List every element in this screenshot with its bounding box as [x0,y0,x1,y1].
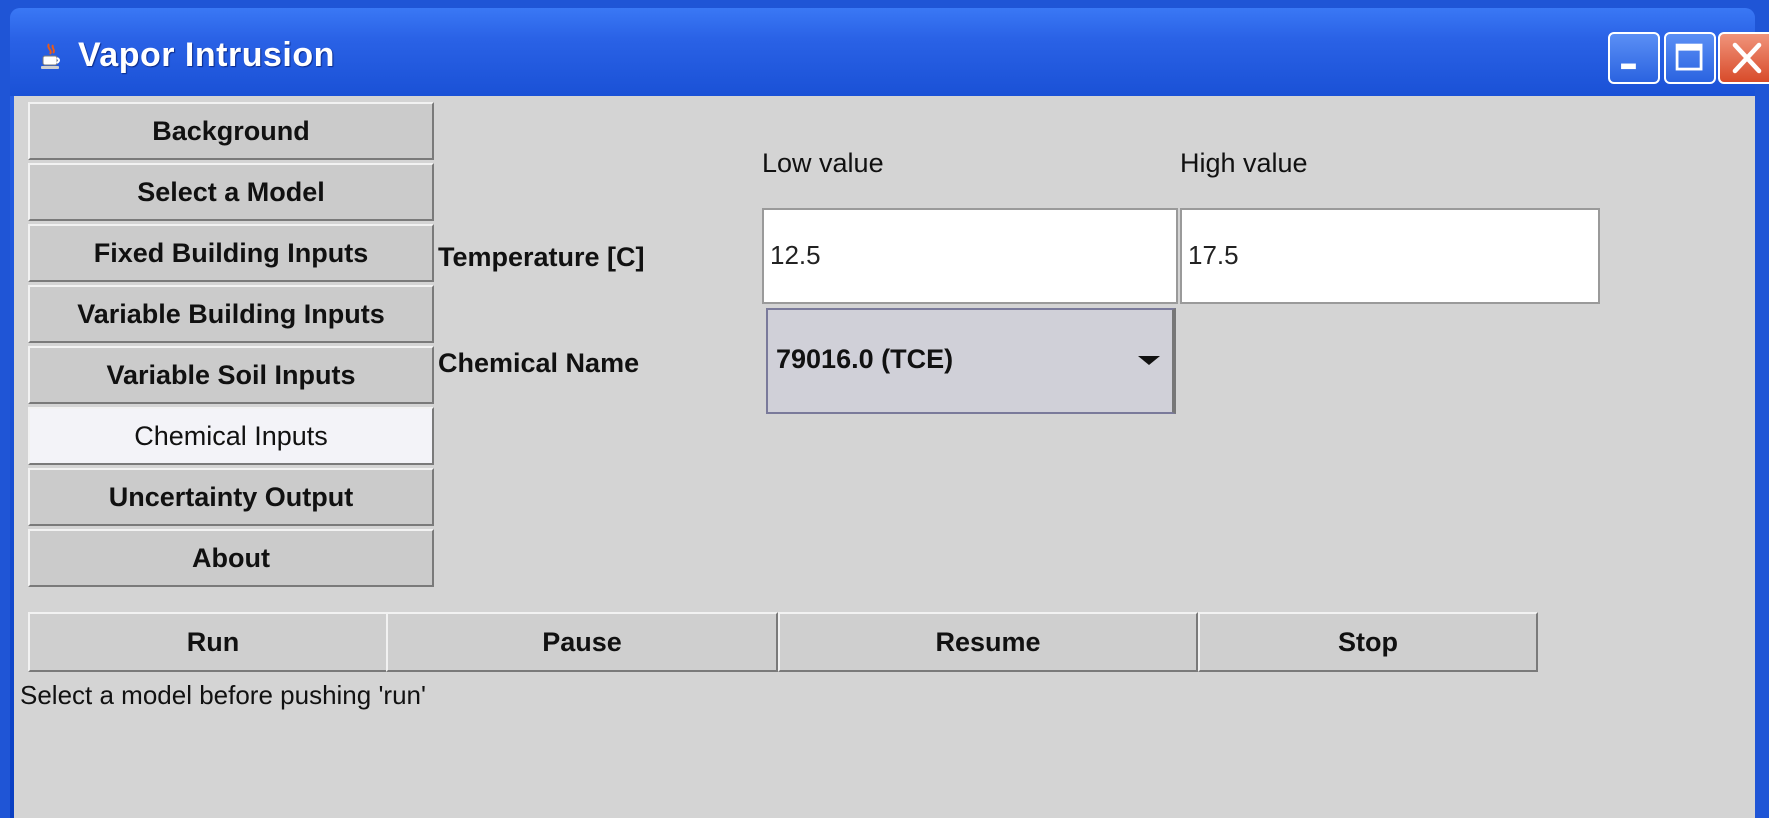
run-button[interactable]: Run [28,612,398,672]
sidebar-item-chemical-inputs[interactable]: Chemical Inputs [28,407,434,465]
sidebar-item-about[interactable]: About [28,529,434,587]
resume-button[interactable]: Resume [778,612,1198,672]
temperature-low-input[interactable]: 12.5 [762,208,1178,304]
sidebar-item-variable-building-inputs[interactable]: Variable Building Inputs [28,285,434,343]
window-title: Vapor Intrusion [78,36,335,74]
java-cup-icon [41,43,60,69]
high-value-header: High value [1180,148,1308,178]
chevron-down-icon[interactable] [1138,356,1160,365]
pause-button[interactable]: Pause [386,612,778,672]
maximize-icon [1675,43,1703,71]
sidebar-nav: Background Select a Model Fixed Building… [28,102,436,590]
temperature-high-input[interactable]: 17.5 [1180,208,1600,304]
low-value-header: Low value [762,148,884,178]
temperature-label: Temperature [C] [438,242,645,272]
close-icon [1732,42,1762,74]
minimize-icon [1621,63,1636,70]
sidebar-item-fixed-building-inputs[interactable]: Fixed Building Inputs [28,224,434,282]
close-button[interactable] [1718,32,1769,84]
chemical-name-value: 79016.0 (TCE) [776,344,954,374]
minimize-button[interactable] [1608,32,1660,84]
client-area: Background Select a Model Fixed Building… [14,96,1755,818]
title-bar[interactable]: Vapor Intrusion [10,8,1769,96]
status-message: Select a model before pushing 'run' [20,680,426,710]
stop-button[interactable]: Stop [1198,612,1538,672]
sidebar-item-uncertainty-output[interactable]: Uncertainty Output [28,468,434,526]
chemical-name-label: Chemical Name [438,348,640,378]
chemical-name-select[interactable]: 79016.0 (TCE) [766,308,1176,414]
sidebar-item-background[interactable]: Background [28,102,434,160]
sidebar-item-select-model[interactable]: Select a Model [28,163,434,221]
sidebar-item-variable-soil-inputs[interactable]: Variable Soil Inputs [28,346,434,404]
application-window: Vapor Intrusion Background Select a Mode… [0,0,1769,818]
maximize-button[interactable] [1664,32,1716,84]
